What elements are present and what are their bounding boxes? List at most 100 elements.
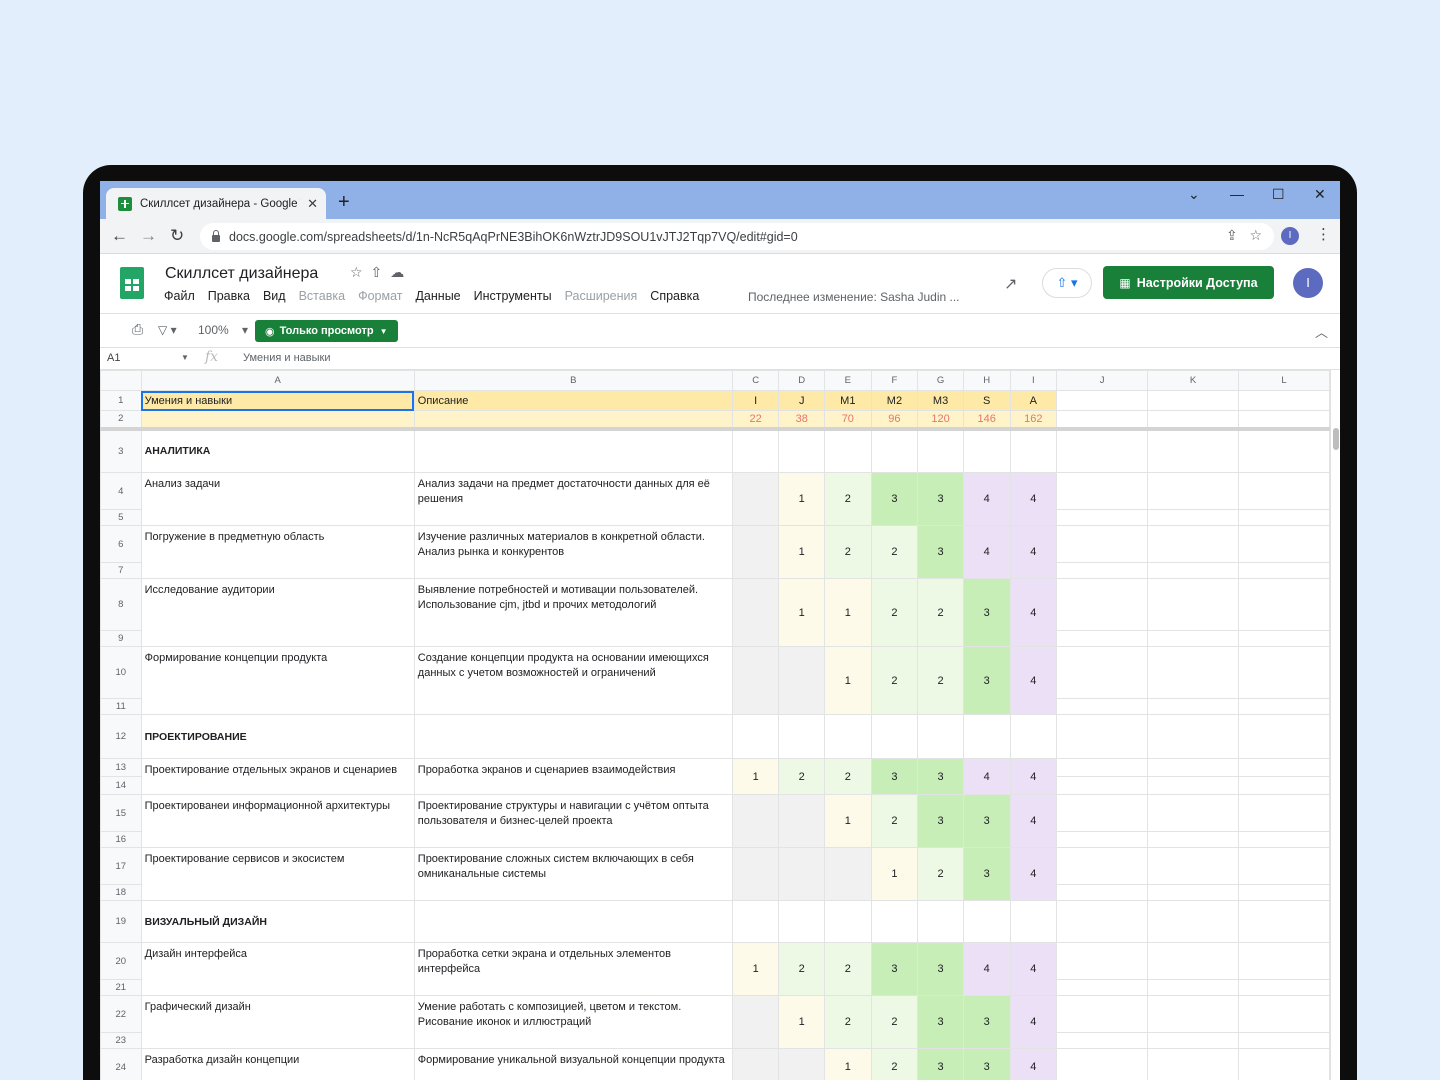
- skill-name[interactable]: Проектирование сервисов и экосистем: [140, 847, 415, 901]
- cell[interactable]: [1056, 630, 1149, 647]
- cell[interactable]: [1056, 979, 1149, 996]
- cell[interactable]: [1009, 428, 1058, 473]
- score-cell[interactable]: [778, 847, 826, 901]
- row-number[interactable]: 7: [100, 562, 142, 579]
- column-header[interactable]: I: [1009, 370, 1058, 391]
- score-cell[interactable]: 1: [824, 578, 872, 647]
- view-only-button[interactable]: ◉ Только просмотр ▼: [255, 320, 398, 342]
- formula-content[interactable]: Умения и навыки: [243, 352, 331, 364]
- level-header[interactable]: I: [731, 390, 780, 411]
- row-number[interactable]: 17: [100, 847, 142, 885]
- score-cell[interactable]: 2: [870, 525, 919, 579]
- cell[interactable]: [1009, 900, 1058, 943]
- score-cell[interactable]: 1: [824, 646, 872, 715]
- level-total[interactable]: 96: [870, 410, 919, 431]
- score-cell[interactable]: 1: [870, 847, 919, 901]
- browser-profile-avatar[interactable]: I: [1281, 227, 1299, 245]
- cell[interactable]: [824, 428, 872, 473]
- window-close-icon[interactable]: ✕: [1314, 186, 1326, 203]
- scrollbar-thumb[interactable]: [1333, 428, 1339, 450]
- level-header[interactable]: S: [962, 390, 1011, 411]
- score-cell[interactable]: [731, 578, 780, 647]
- row-number[interactable]: 12: [100, 714, 142, 759]
- skill-name[interactable]: Погружение в предметную область: [140, 525, 415, 579]
- score-cell[interactable]: 3: [870, 758, 919, 795]
- row-number[interactable]: 5: [100, 509, 142, 526]
- menu-file[interactable]: Файл: [164, 289, 195, 303]
- cell[interactable]: [1238, 979, 1330, 996]
- cell[interactable]: [1147, 509, 1239, 526]
- cell[interactable]: [413, 428, 733, 473]
- score-cell[interactable]: 3: [962, 995, 1011, 1049]
- cell[interactable]: [1009, 714, 1058, 759]
- skill-description[interactable]: Анализ задачи на предмет достаточности д…: [413, 472, 733, 526]
- row-number[interactable]: 3: [100, 428, 142, 473]
- cell[interactable]: [962, 900, 1011, 943]
- skill-description[interactable]: Умение работать с композицией, цветом и …: [413, 995, 733, 1049]
- cell[interactable]: [1147, 831, 1239, 848]
- cell[interactable]: [1238, 630, 1330, 647]
- cell[interactable]: [1238, 390, 1330, 411]
- cell[interactable]: [1238, 714, 1330, 759]
- menu-data[interactable]: Данные: [415, 289, 460, 303]
- cell[interactable]: [1147, 995, 1239, 1033]
- menu-tools[interactable]: Инструменты: [474, 289, 552, 303]
- back-icon[interactable]: ←: [111, 226, 128, 246]
- cell[interactable]: [917, 900, 964, 943]
- print-icon[interactable]: ⎙: [132, 321, 143, 338]
- column-header[interactable]: D: [778, 370, 826, 391]
- skill-name[interactable]: Проектированеи информационной архитектур…: [140, 794, 415, 848]
- score-cell[interactable]: [778, 1048, 826, 1080]
- score-cell[interactable]: 1: [778, 472, 826, 526]
- score-cell[interactable]: 2: [824, 995, 872, 1049]
- cell[interactable]: [1056, 410, 1149, 431]
- cell[interactable]: [778, 714, 826, 759]
- menu-edit[interactable]: Правка: [208, 289, 250, 303]
- cell-b1[interactable]: Описание: [413, 390, 733, 411]
- collapse-menus-icon[interactable]: ︿: [1315, 322, 1328, 341]
- cell[interactable]: [870, 900, 919, 943]
- skill-name[interactable]: Проектирование отдельных экранов и сцена…: [140, 758, 415, 795]
- section-title[interactable]: ПРОЕКТИРОВАНИЕ: [140, 714, 415, 759]
- score-cell[interactable]: 4: [1009, 995, 1058, 1049]
- score-cell[interactable]: [731, 646, 780, 715]
- cell[interactable]: [962, 714, 1011, 759]
- score-cell[interactable]: 2: [824, 472, 872, 526]
- score-cell[interactable]: 2: [917, 578, 964, 647]
- cell[interactable]: [1238, 847, 1330, 885]
- cell[interactable]: [731, 714, 780, 759]
- row-number[interactable]: 6: [100, 525, 142, 563]
- score-cell[interactable]: 2: [870, 1048, 919, 1080]
- cell[interactable]: [1147, 794, 1239, 832]
- skill-name[interactable]: Дизайн интерфейса: [140, 942, 415, 996]
- cell[interactable]: [1147, 390, 1239, 411]
- section-title[interactable]: АНАЛИТИКА: [140, 428, 415, 473]
- score-cell[interactable]: 4: [1009, 1048, 1058, 1080]
- chevron-down-icon[interactable]: ⌄: [1188, 186, 1200, 203]
- cell[interactable]: [778, 900, 826, 943]
- level-total[interactable]: 38: [778, 410, 826, 431]
- row-number[interactable]: 10: [100, 646, 142, 699]
- score-cell[interactable]: 3: [917, 995, 964, 1049]
- cell[interactable]: [1056, 776, 1149, 795]
- row-number[interactable]: 15: [100, 794, 142, 832]
- level-total[interactable]: 22: [731, 410, 780, 431]
- menu-view[interactable]: Вид: [263, 289, 286, 303]
- score-cell[interactable]: 4: [962, 942, 1011, 996]
- zoom-select[interactable]: 100% ▾: [198, 323, 248, 337]
- reload-icon[interactable]: ↻: [170, 226, 184, 246]
- cell[interactable]: [140, 410, 415, 431]
- score-cell[interactable]: 1: [731, 942, 780, 996]
- cell[interactable]: [413, 410, 733, 431]
- cell[interactable]: [1056, 1032, 1149, 1049]
- score-cell[interactable]: 4: [962, 472, 1011, 526]
- score-cell[interactable]: 4: [1009, 525, 1058, 579]
- cell[interactable]: [1056, 900, 1149, 943]
- row-number[interactable]: 14: [100, 776, 142, 795]
- score-cell[interactable]: 2: [778, 758, 826, 795]
- score-cell[interactable]: 4: [1009, 646, 1058, 715]
- cell[interactable]: [917, 714, 964, 759]
- cell[interactable]: [1147, 884, 1239, 901]
- cell[interactable]: [1238, 698, 1330, 715]
- row-number[interactable]: 20: [100, 942, 142, 980]
